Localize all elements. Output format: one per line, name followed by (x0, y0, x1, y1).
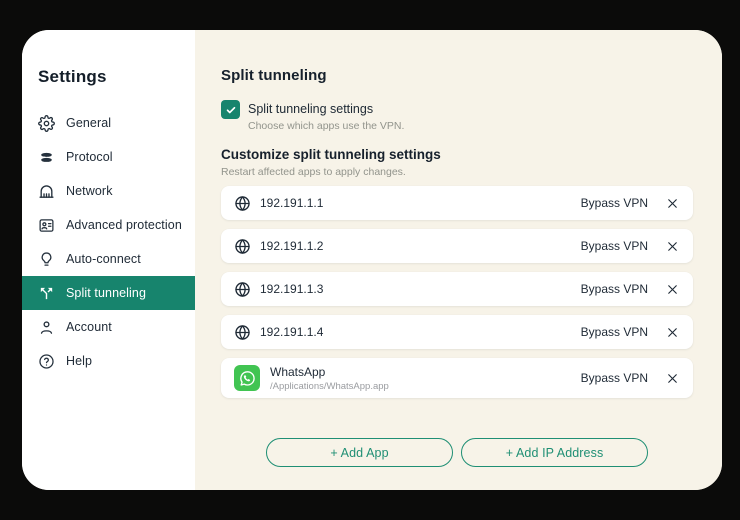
sidebar-item-advanced-protection[interactable]: Advanced protection (22, 208, 195, 242)
sidebar-item-protocol[interactable]: Protocol (22, 140, 195, 174)
split-tunneling-checkbox[interactable] (221, 100, 240, 119)
sidebar-item-auto-connect[interactable]: Auto-connect (22, 242, 195, 276)
whatsapp-icon (234, 365, 260, 391)
building-icon (38, 183, 55, 200)
customize-section-title: Customize split tunneling settings (221, 147, 441, 162)
sidebar-item-general[interactable]: General (22, 106, 195, 140)
add-ip-address-button[interactable]: + Add IP Address (461, 438, 648, 467)
lightbulb-icon (38, 251, 55, 268)
row-name: 192.191.1.3 (260, 282, 324, 296)
remove-row-button[interactable] (665, 325, 680, 340)
row-mode-dropdown[interactable]: Bypass VPN (581, 196, 648, 210)
sidebar-item-help[interactable]: Help (22, 344, 195, 378)
sidebar-item-label: General (66, 116, 112, 130)
settings-sidebar: Settings General Protocol Network Advanced … (22, 30, 195, 490)
row-app-path: /Applications/WhatsApp.app (270, 380, 389, 392)
row-mode-dropdown[interactable]: Bypass VPN (581, 239, 648, 253)
sidebar-item-label: Split tunneling (66, 286, 147, 300)
badge-icon (38, 217, 55, 234)
sidebar-item-label: Account (66, 320, 112, 334)
globe-icon (234, 324, 251, 341)
x-icon (665, 196, 680, 211)
sidebar-title: Settings (38, 67, 107, 86)
action-buttons: + Add App + Add IP Address (221, 438, 693, 467)
row-mode-dropdown[interactable]: Bypass VPN (581, 325, 648, 339)
split-tunnel-row: 192.191.1.2 Bypass VPN (221, 229, 693, 263)
x-icon (665, 325, 680, 340)
row-name: 192.191.1.1 (260, 196, 324, 210)
split-icon (38, 285, 55, 302)
sidebar-item-label: Advanced protection (66, 218, 182, 232)
sidebar-item-label: Auto-connect (66, 252, 141, 266)
sidebar-item-label: Network (66, 184, 113, 198)
protocol-icon (38, 149, 55, 166)
row-name: WhatsApp (270, 364, 326, 379)
sidebar-item-network[interactable]: Network (22, 174, 195, 208)
sidebar-nav: General Protocol Network Advanced protectio… (22, 106, 195, 378)
gear-icon (38, 114, 55, 132)
remove-row-button[interactable] (665, 282, 680, 297)
sidebar-item-label: Protocol (66, 150, 113, 164)
split-tunnel-row: WhatsApp/Applications/WhatsApp.app Bypass… (221, 358, 693, 398)
toggle-label: Split tunneling settings (248, 102, 374, 116)
split-tunneling-panel: Split tunneling Split tunneling settings… (195, 30, 722, 490)
split-tunnel-row: 192.191.1.4 Bypass VPN (221, 315, 693, 349)
split-tunnel-row: 192.191.1.3 Bypass VPN (221, 272, 693, 306)
x-icon (665, 371, 680, 386)
remove-row-button[interactable] (665, 371, 680, 386)
remove-row-button[interactable] (665, 239, 680, 254)
globe-icon (234, 195, 251, 212)
toggle-description: Choose which apps use the VPN. (248, 120, 405, 132)
help-icon (38, 353, 55, 370)
row-mode-dropdown[interactable]: Bypass VPN (581, 371, 648, 385)
sidebar-item-split-tunneling[interactable]: Split tunneling (22, 276, 195, 310)
globe-icon (234, 238, 251, 255)
checkmark-icon (225, 104, 237, 116)
sidebar-item-account[interactable]: Account (22, 310, 195, 344)
row-name: 192.191.1.4 (260, 325, 324, 339)
customize-section-description: Restart affected apps to apply changes. (221, 166, 406, 178)
split-tunnel-list: 192.191.1.1 Bypass VPN 192.191.1.2 Bypass V… (221, 186, 693, 398)
split-tunnel-row: 192.191.1.1 Bypass VPN (221, 186, 693, 220)
row-mode-dropdown[interactable]: Bypass VPN (581, 282, 648, 296)
sidebar-item-label: Help (66, 354, 93, 368)
page-title: Split tunneling (221, 67, 327, 84)
add-app-button[interactable]: + Add App (266, 438, 453, 467)
settings-window: Settings General Protocol Network Advanced … (22, 30, 722, 490)
person-icon (38, 319, 55, 336)
x-icon (665, 239, 680, 254)
remove-row-button[interactable] (665, 196, 680, 211)
row-name: 192.191.1.2 (260, 239, 324, 253)
split-tunneling-toggle-row: Split tunneling settings Choose which ap… (221, 100, 693, 132)
globe-icon (234, 281, 251, 298)
x-icon (665, 282, 680, 297)
